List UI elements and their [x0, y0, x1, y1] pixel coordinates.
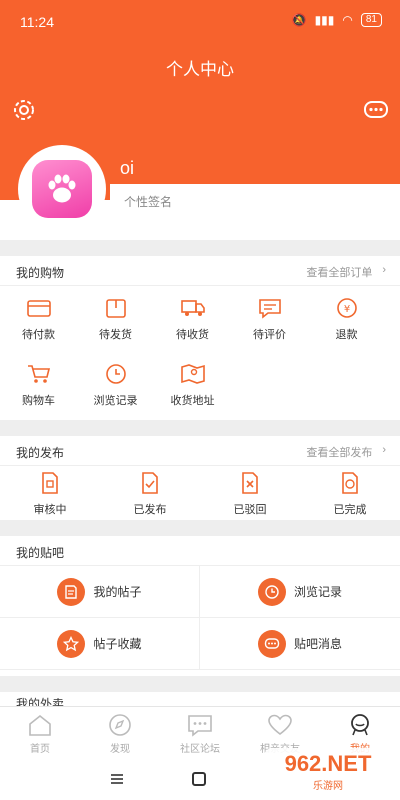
mute-icon: 🔕 — [291, 13, 307, 27]
home-icon — [29, 714, 51, 736]
tab-forum[interactable]: 社区论坛 — [160, 707, 240, 760]
message-icon — [257, 629, 286, 658]
tieba-browse-history[interactable]: 浏览记录 — [200, 566, 400, 618]
publish-under-review[interactable]: 审核中 — [0, 466, 100, 522]
battery-indicator: 81 — [360, 13, 382, 27]
tieba-section: 我的贴吧 我的帖子 浏览记录 帖子收藏 贴吧消息 — [0, 536, 400, 676]
tieba-favorites[interactable]: 帖子收藏 — [0, 618, 200, 670]
cart-icon — [27, 365, 50, 383]
shop-address[interactable]: 收货地址 — [154, 352, 231, 418]
shop-browse-history[interactable]: 浏览记录 — [77, 352, 154, 418]
publish-section: 我的发布 查看全部发布 › 审核中 已发布 已驳回 已完成 — [0, 436, 400, 520]
post-icon — [57, 577, 86, 606]
map-icon — [180, 364, 205, 384]
tieba-my-posts[interactable]: 我的帖子 — [0, 566, 200, 618]
signal-icon: ▮▮▮ — [314, 13, 335, 27]
tab-discover[interactable]: 发现 — [80, 707, 160, 760]
package-icon — [105, 299, 126, 318]
page-title: 个人中心 — [166, 60, 234, 79]
publish-completed[interactable]: 已完成 — [300, 466, 400, 522]
settings-gear-icon[interactable] — [10, 96, 38, 124]
svg-text:¥: ¥ — [343, 304, 349, 315]
shop-refund[interactable]: ¥ 退款 — [308, 286, 385, 352]
shopping-title: 我的购物 — [16, 266, 65, 280]
tieba-title: 我的贴吧 — [16, 546, 65, 560]
shopping-section: 我的购物 查看全部订单 › 待付款 待发货 待收货 待评价 ¥ 退款 购物车 浏… — [0, 256, 400, 420]
wifi-icon: ◠ — [342, 13, 353, 27]
chevron-right-icon: › — [382, 264, 386, 276]
clock-icon — [105, 364, 126, 384]
refund-icon: ¥ — [336, 298, 357, 318]
profile-icon — [351, 713, 369, 735]
message-bubble-icon[interactable] — [362, 96, 390, 124]
truck-icon — [180, 300, 205, 316]
profile-signature[interactable]: 个性签名 — [124, 193, 172, 210]
publish-published[interactable]: 已发布 — [100, 466, 200, 522]
site-watermark: 962.NET 乐游网 — [264, 748, 392, 794]
tab-home[interactable]: 首页 — [0, 707, 80, 760]
paw-icon — [32, 160, 92, 218]
chevron-right-icon: › — [382, 444, 386, 456]
star-icon — [57, 629, 86, 658]
review-doc-icon — [42, 472, 58, 494]
status-time: 11:24 — [20, 14, 54, 30]
forum-icon — [188, 714, 212, 737]
heart-icon — [268, 714, 292, 735]
published-doc-icon — [142, 472, 158, 494]
publish-rejected[interactable]: 已驳回 — [200, 466, 300, 522]
completed-doc-icon — [342, 472, 358, 494]
shop-pending-review[interactable]: 待评价 — [231, 286, 308, 352]
avatar[interactable] — [18, 145, 106, 233]
home-button-icon[interactable] — [192, 772, 206, 786]
view-all-publish-link[interactable]: 查看全部发布 › — [306, 444, 386, 460]
compass-icon — [109, 713, 131, 736]
menu-icon[interactable] — [110, 772, 124, 786]
publish-title: 我的发布 — [16, 446, 65, 460]
rejected-doc-icon — [242, 472, 258, 494]
username: oi — [120, 158, 135, 178]
view-all-orders-link[interactable]: 查看全部订单 › — [306, 264, 386, 280]
clock-icon — [257, 577, 286, 606]
shop-pending-payment[interactable]: 待付款 — [0, 286, 77, 352]
wallet-icon — [26, 300, 51, 317]
shop-cart[interactable]: 购物车 — [0, 352, 77, 418]
shop-pending-shipment[interactable]: 待发货 — [77, 286, 154, 352]
comment-icon — [258, 299, 281, 319]
shop-pending-receipt[interactable]: 待收货 — [154, 286, 231, 352]
tieba-messages[interactable]: 贴吧消息 — [200, 618, 400, 670]
status-bar: 11:24 🔕 ▮▮▮ ◠ 81 — [0, 0, 400, 44]
